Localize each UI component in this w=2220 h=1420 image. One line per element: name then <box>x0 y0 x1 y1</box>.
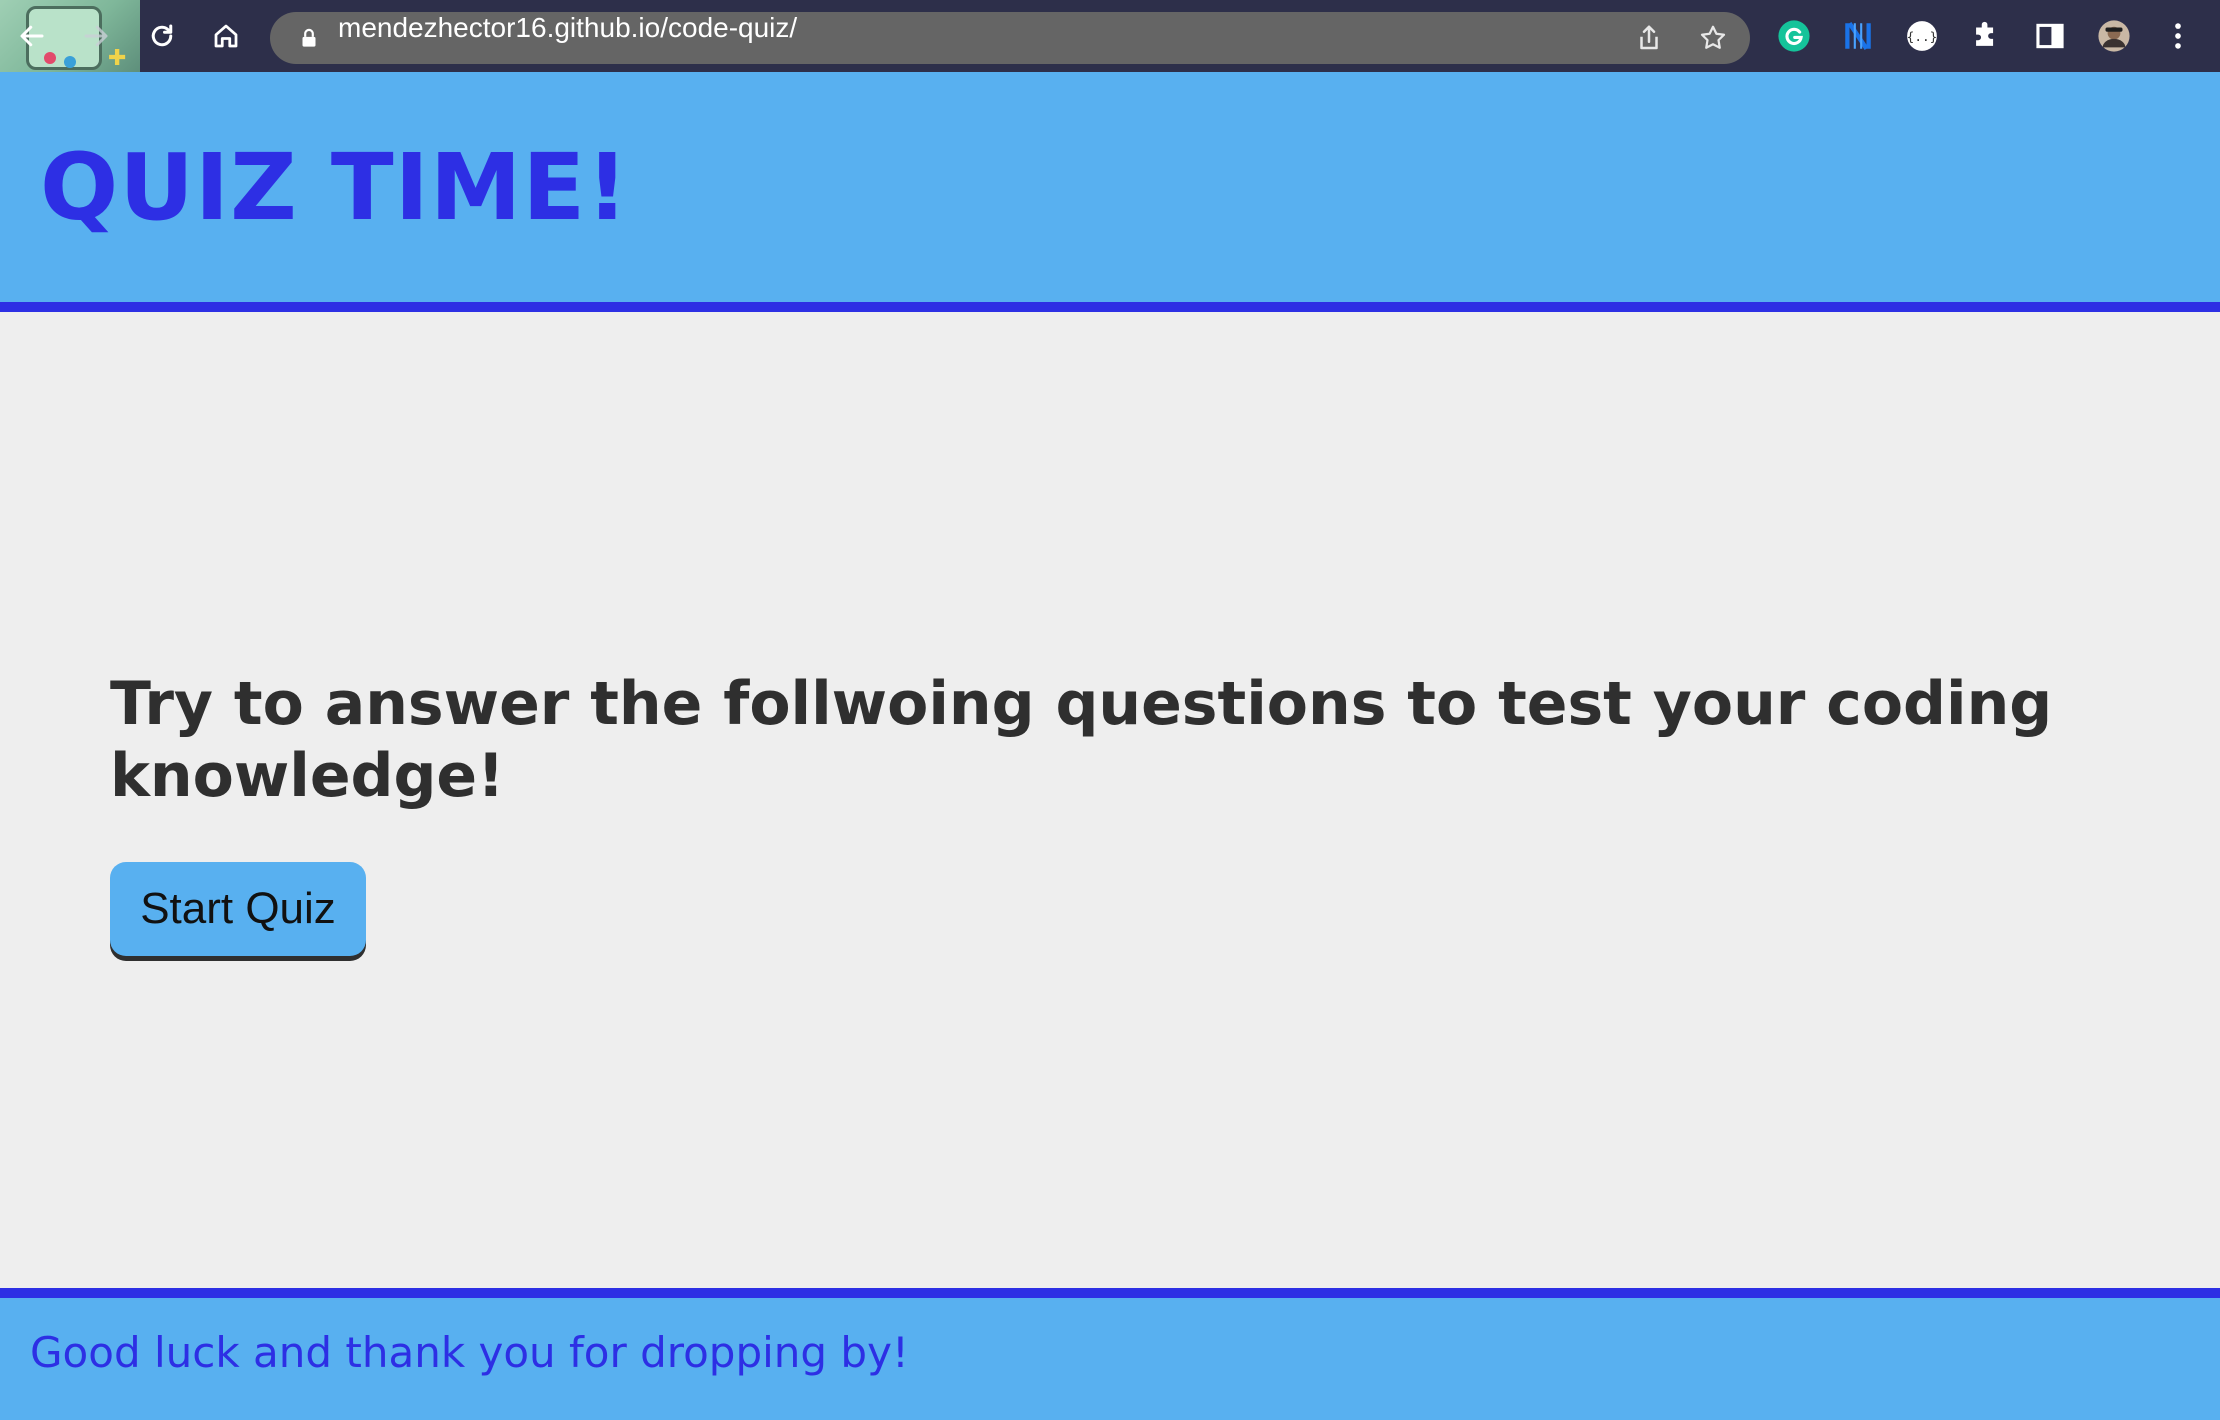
page-footer: Good luck and thank you for dropping by! <box>0 1288 2220 1420</box>
start-quiz-button[interactable]: Start Quiz <box>110 862 366 956</box>
json-extension-icon: {..} <box>1907 21 1938 51</box>
url-text[interactable]: mendezhector16.github.io/code-quiz/ <box>338 12 797 64</box>
bookmark-star-icon <box>1700 25 1726 49</box>
browser-menu-button[interactable] <box>2156 14 2200 58</box>
menu-kebab-icon <box>2175 23 2181 49</box>
profile-avatar-icon <box>2098 20 2130 52</box>
reload-button[interactable] <box>140 14 184 58</box>
page-title: QUIZ TIME! <box>40 134 630 241</box>
forward-arrow-icon <box>84 25 108 47</box>
lock-icon[interactable] <box>296 25 322 51</box>
extensions-button[interactable] <box>1964 14 2008 58</box>
grammarly-icon <box>1778 20 1810 52</box>
forward-button[interactable] <box>74 14 118 58</box>
n-extension-button[interactable] <box>1836 14 1880 58</box>
n-extension-icon <box>1845 21 1871 51</box>
share-button[interactable] <box>1632 21 1666 55</box>
browser-toolbar: ✚ mendezhector16.github.io/code-quiz/ {.… <box>0 0 2220 72</box>
puzzle-extensions-icon <box>1976 21 1994 46</box>
quiz-intro-section: Try to answer the follwoing questions to… <box>0 322 2220 1288</box>
address-bar[interactable]: mendezhector16.github.io/code-quiz/ <box>270 12 1750 64</box>
side-panel-button[interactable] <box>2028 14 2072 58</box>
intro-heading: Try to answer the follwoing questions to… <box>110 669 2053 811</box>
home-button[interactable] <box>204 14 248 58</box>
json-extension-button[interactable]: {..} <box>1900 14 1944 58</box>
svg-text:{..}: {..} <box>1907 30 1938 45</box>
side-panel-icon <box>2036 23 2064 49</box>
grammarly-extension-button[interactable] <box>1772 14 1816 58</box>
reload-icon <box>151 24 173 47</box>
page-header: QUIZ TIME! <box>0 72 2220 312</box>
share-icon <box>1640 25 1658 50</box>
home-icon <box>214 24 238 48</box>
bookmark-button[interactable] <box>1696 21 1730 55</box>
back-button[interactable] <box>10 14 54 58</box>
back-arrow-icon <box>20 25 44 47</box>
profile-button[interactable] <box>2092 14 2136 58</box>
footer-message: Good luck and thank you for dropping by! <box>30 1328 909 1377</box>
